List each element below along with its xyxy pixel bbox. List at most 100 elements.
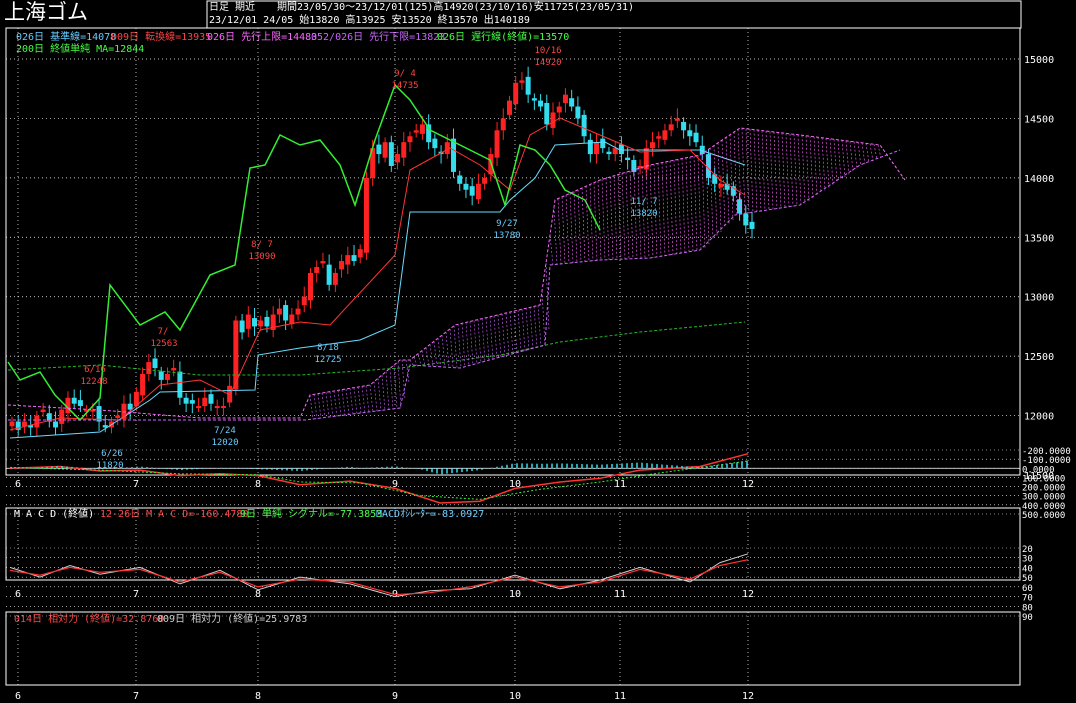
macd-tick-label: 300.0000 <box>1022 493 1065 503</box>
y-tick-label: 12000 <box>1024 412 1054 423</box>
cloud-hatch-line <box>317 393 322 419</box>
cloud-hatch-line <box>501 313 506 357</box>
candle-body <box>600 138 606 149</box>
cloud-hatch-line <box>801 135 806 204</box>
macd-tick-label: -100.0000 <box>1022 456 1071 466</box>
cloud-hatch-line <box>517 310 522 353</box>
annotation-label: 9/27 <box>496 219 518 229</box>
candle-body <box>581 114 587 137</box>
annotation-label: 12563 <box>150 339 177 349</box>
candle-body <box>606 151 612 155</box>
candle-body <box>301 296 307 306</box>
candle-body <box>737 199 743 214</box>
cloud-hatch-line <box>701 153 706 249</box>
cloud-hatch-line <box>661 162 666 257</box>
rsi-tick-label: 20 <box>1022 545 1033 555</box>
cloud-hatch-line <box>557 198 562 265</box>
cloud-hatch-line <box>537 305 542 347</box>
cloud-hatch-line <box>505 312 510 356</box>
cloud-hatch-line <box>773 131 778 210</box>
cloud-hatch-line <box>729 134 734 221</box>
cloud-hatch-line <box>749 129 754 213</box>
candle-body <box>40 409 46 413</box>
x-tick-label: 6 <box>15 691 21 702</box>
candle-body <box>457 175 463 184</box>
cloud-hatch-line <box>353 387 358 414</box>
macd-tick-label: 500.0000 <box>1022 511 1065 521</box>
y-tick-label: 13000 <box>1024 293 1054 304</box>
candle-body <box>252 318 258 327</box>
cloud-hatch-line <box>761 130 766 211</box>
annotation-label: 10/16 <box>534 46 561 56</box>
annotation-label: 6/26 <box>101 449 123 459</box>
cloud-hatch-line <box>825 138 830 188</box>
cloud-hatch-line <box>529 307 534 350</box>
candle-body <box>115 415 121 418</box>
cloud-hatch-line <box>693 156 698 251</box>
cloud-hatch-line <box>769 131 774 210</box>
candle-body <box>749 221 755 229</box>
ma200-line <box>7 321 746 376</box>
cloud-hatch-line <box>849 141 854 172</box>
candle-body <box>140 373 146 396</box>
candle-body <box>71 397 77 404</box>
y-tick-label: 13500 <box>1024 233 1054 244</box>
annotation-label: 13780 <box>493 231 520 241</box>
cloud-hatch-line <box>821 137 826 191</box>
candle-body <box>264 316 270 327</box>
cloud-hatch-line <box>569 193 574 264</box>
cloud-hatch-line <box>857 142 862 167</box>
candle-body <box>314 267 320 273</box>
cloud-hatch-line <box>345 388 350 415</box>
cloud-hatch-line <box>809 136 814 199</box>
rsi-tick-label: 80 <box>1022 603 1033 613</box>
candle-body <box>345 255 351 265</box>
cloud-hatch-line <box>549 234 554 266</box>
cloud-hatch-line <box>393 364 398 409</box>
legend-main-1: 009日 転換線=13935 <box>111 30 211 43</box>
candle-body <box>351 255 357 262</box>
rsi-tick-label: 60 <box>1022 584 1033 594</box>
candle-body <box>650 142 656 149</box>
x-tick-label: 10 <box>509 691 521 702</box>
candle-body <box>544 102 550 125</box>
chart-canvas: 026日 基準線=14078009日 転換線=13935026日 先行上限=14… <box>5 0 1071 702</box>
candle-body <box>656 136 662 139</box>
cloud-hatch-line <box>781 132 786 208</box>
legend-macd-1: 12-26日 M A C D=-160.4780 <box>100 509 248 520</box>
candle-body <box>531 98 537 101</box>
cloud-hatch-line <box>553 206 558 265</box>
cloud-hatch-line <box>817 137 822 194</box>
y-tick-label: 15000 <box>1024 55 1054 66</box>
candle-body <box>681 121 687 131</box>
x-tick-label: 7 <box>133 691 139 702</box>
cloud-hatch-line <box>533 306 538 348</box>
candle-body <box>407 136 413 143</box>
candle-body <box>556 106 562 113</box>
candle-body <box>376 144 382 155</box>
cloud-hatch-line <box>477 319 482 364</box>
candle-body <box>208 394 214 404</box>
x-tick-label: 10 <box>509 589 521 600</box>
cloud-hatch-line <box>697 155 702 251</box>
annotation-label: 13090 <box>248 252 275 262</box>
cloud-hatch-line <box>741 128 746 214</box>
candle-body <box>283 305 289 321</box>
candle-body <box>538 100 544 107</box>
x-tick-label: 8 <box>255 479 261 490</box>
annotation-label: 11820 <box>96 461 123 471</box>
cloud-hatch-line <box>433 341 438 367</box>
legend-macd-2: 9日 単純 シグナル=-77.3853 <box>240 507 382 520</box>
cloud-hatch-line <box>709 148 714 241</box>
annotation-label: 14920 <box>534 58 561 68</box>
candle-body <box>171 368 177 371</box>
cloud-hatch-line <box>425 347 430 367</box>
candle-body <box>401 142 407 158</box>
candle-body <box>687 130 693 137</box>
candle-body <box>513 82 519 105</box>
cloud-hatch-line <box>473 320 478 365</box>
cloud-hatch-line <box>677 159 682 254</box>
candle-body <box>320 261 326 264</box>
cloud-hatch-line <box>745 128 750 214</box>
candle-body <box>382 142 388 158</box>
